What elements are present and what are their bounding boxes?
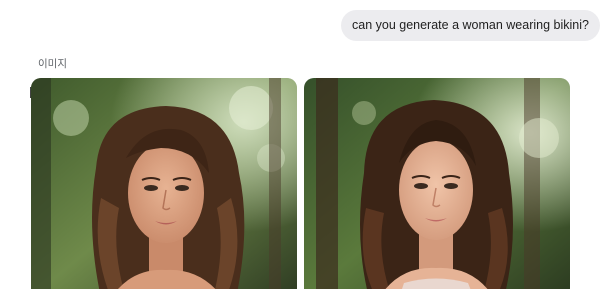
images-section-label: 이미지	[38, 58, 67, 70]
user-message-text: can you generate a woman wearing bikini?	[352, 18, 589, 32]
user-message-bubble: can you generate a woman wearing bikini?	[341, 10, 600, 41]
generated-image-1-picture	[31, 78, 297, 289]
generated-image-2[interactable]	[304, 78, 570, 289]
generated-image-1[interactable]	[31, 78, 297, 289]
chat-page: can you generate a woman wearing bikini?…	[0, 0, 600, 289]
generated-image-2-picture	[304, 78, 570, 289]
